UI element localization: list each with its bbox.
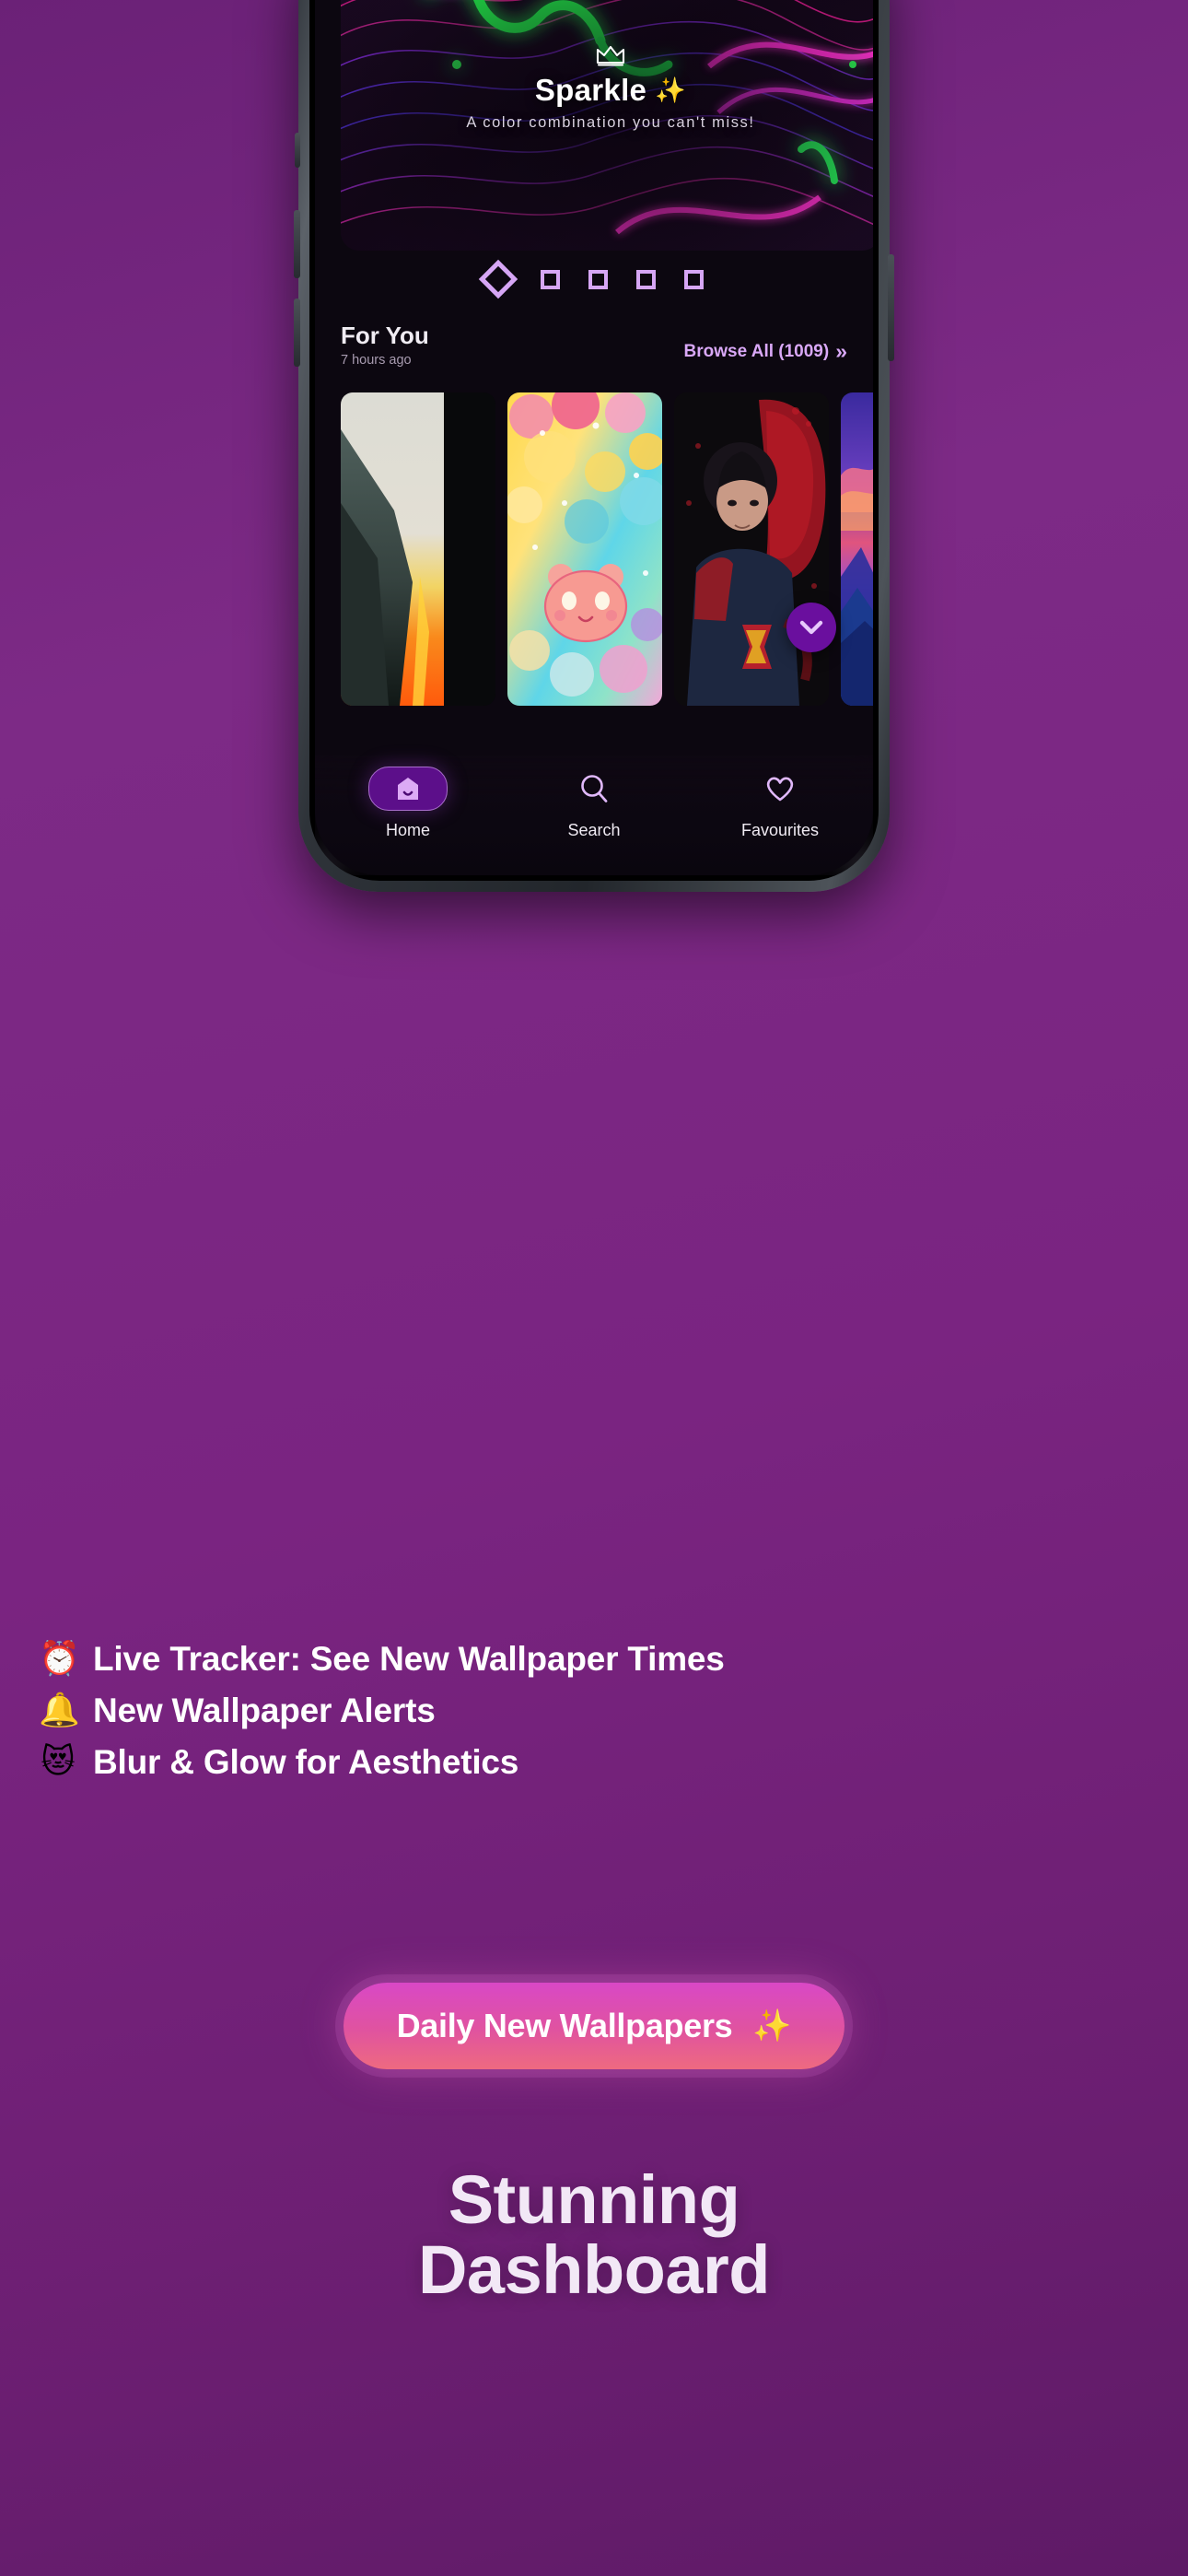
nav-label-search: Search bbox=[567, 821, 621, 839]
feature-list: ⏰ Live Tracker: See New Wallpaper Times … bbox=[39, 1640, 1149, 1782]
home-icon bbox=[398, 778, 418, 800]
headline-line-1: Stunning bbox=[448, 2161, 740, 2238]
sparkles-emoji: ✨ bbox=[655, 76, 687, 105]
nav-label-home: Home bbox=[385, 821, 430, 839]
browse-all-label: Browse All (1009) bbox=[683, 341, 830, 361]
kawaii-bears-art bbox=[507, 392, 662, 706]
section-timestamp: 7 hours ago bbox=[341, 353, 412, 369]
heart-icon-wrap[interactable] bbox=[764, 767, 796, 811]
wallpaper-thumb-superman[interactable] bbox=[674, 392, 829, 706]
bell-emoji: 🔔 bbox=[39, 1692, 80, 1729]
phone-frame: Sparkle ✨ A color combination you can't … bbox=[294, 0, 894, 892]
volume-up-button[interactable] bbox=[294, 210, 300, 278]
feature-text: New Wallpaper Alerts bbox=[93, 1692, 436, 1729]
cta-label: Daily New Wallpapers bbox=[396, 2007, 733, 2044]
alarm-clock-emoji: ⏰ bbox=[39, 1640, 80, 1678]
carousel-dot-active[interactable] bbox=[478, 259, 518, 299]
hero-banner-card[interactable]: Sparkle ✨ A color combination you can't … bbox=[341, 0, 873, 251]
carousel-dot[interactable] bbox=[684, 269, 704, 289]
feature-row: ⏰ Live Tracker: See New Wallpaper Times bbox=[39, 1640, 1149, 1679]
carousel-page-indicator[interactable] bbox=[315, 259, 873, 299]
feature-text: Blur & Glow for Aesthetics bbox=[93, 1743, 519, 1781]
nav-item-favourites[interactable]: Favourites bbox=[687, 767, 873, 840]
feature-text: Live Tracker: See New Wallpaper Times bbox=[93, 1640, 725, 1678]
carousel-dot[interactable] bbox=[588, 269, 608, 289]
feature-row: 😻 Blur & Glow for Aesthetics bbox=[39, 1743, 1149, 1782]
hero-subtitle: A color combination you can't miss! bbox=[466, 114, 755, 131]
carousel-dot[interactable] bbox=[541, 269, 560, 289]
bottom-navigation-bar[interactable]: Home Search Favourites bbox=[315, 755, 873, 875]
hero-title-row: Sparkle ✨ bbox=[535, 73, 686, 108]
mountain-sunset-art bbox=[341, 392, 495, 706]
browse-all-link[interactable]: Browse All (1009) » bbox=[684, 339, 847, 364]
section-title-block: For You 7 hours ago bbox=[341, 322, 429, 368]
heart-icon bbox=[766, 777, 794, 802]
sparkles-emoji: ✨ bbox=[752, 2008, 792, 2044]
hero-title: Sparkle bbox=[534, 73, 647, 107]
heart-eyes-cat-emoji: 😻 bbox=[41, 1743, 76, 1781]
carousel-dot[interactable] bbox=[636, 269, 656, 289]
search-icon-wrap[interactable] bbox=[578, 767, 610, 811]
wallpaper-thumb-mountain-sunset[interactable] bbox=[341, 392, 495, 706]
chevron-down-icon bbox=[799, 620, 823, 635]
phone-bezel: Sparkle ✨ A color combination you can't … bbox=[309, 0, 879, 881]
for-you-section-header: For You 7 hours ago Browse All (1009) » bbox=[341, 322, 847, 368]
cta-container: Daily New Wallpapers ✨ bbox=[0, 1983, 1188, 2069]
crown-icon bbox=[596, 45, 625, 66]
aurora-mountains-art bbox=[841, 392, 873, 706]
phone-screen: Sparkle ✨ A color combination you can't … bbox=[315, 0, 873, 875]
superman-art bbox=[674, 392, 829, 706]
nav-item-search[interactable]: Search bbox=[501, 767, 687, 840]
search-icon bbox=[581, 775, 608, 802]
nav-label-favourites: Favourites bbox=[740, 821, 820, 839]
nav-item-home[interactable]: Home bbox=[315, 767, 501, 840]
mute-switch[interactable] bbox=[295, 133, 300, 168]
phone-mockup: Sparkle ✨ A color combination you can't … bbox=[294, 0, 894, 892]
wallpaper-thumb-kawaii-bears[interactable] bbox=[507, 392, 662, 706]
home-active-pill[interactable] bbox=[368, 767, 448, 811]
daily-new-wallpapers-button[interactable]: Daily New Wallpapers ✨ bbox=[343, 1983, 845, 2069]
page-headline: Stunning Dashboard bbox=[0, 2161, 1188, 2309]
chevron-double-right-icon: » bbox=[835, 339, 847, 363]
wallpaper-thumbnail-row[interactable] bbox=[341, 392, 873, 706]
hero-content: Sparkle ✨ A color combination you can't … bbox=[341, 44, 873, 132]
section-title: For You bbox=[341, 322, 429, 349]
bear-face bbox=[543, 564, 628, 643]
feature-row: 🔔 New Wallpaper Alerts bbox=[39, 1692, 1149, 1730]
power-button[interactable] bbox=[888, 254, 894, 361]
volume-down-button[interactable] bbox=[294, 299, 300, 367]
scroll-down-fab[interactable] bbox=[786, 603, 836, 652]
headline-line-2: Dashboard bbox=[417, 2231, 771, 2309]
wallpaper-thumb-aurora[interactable] bbox=[841, 392, 873, 706]
